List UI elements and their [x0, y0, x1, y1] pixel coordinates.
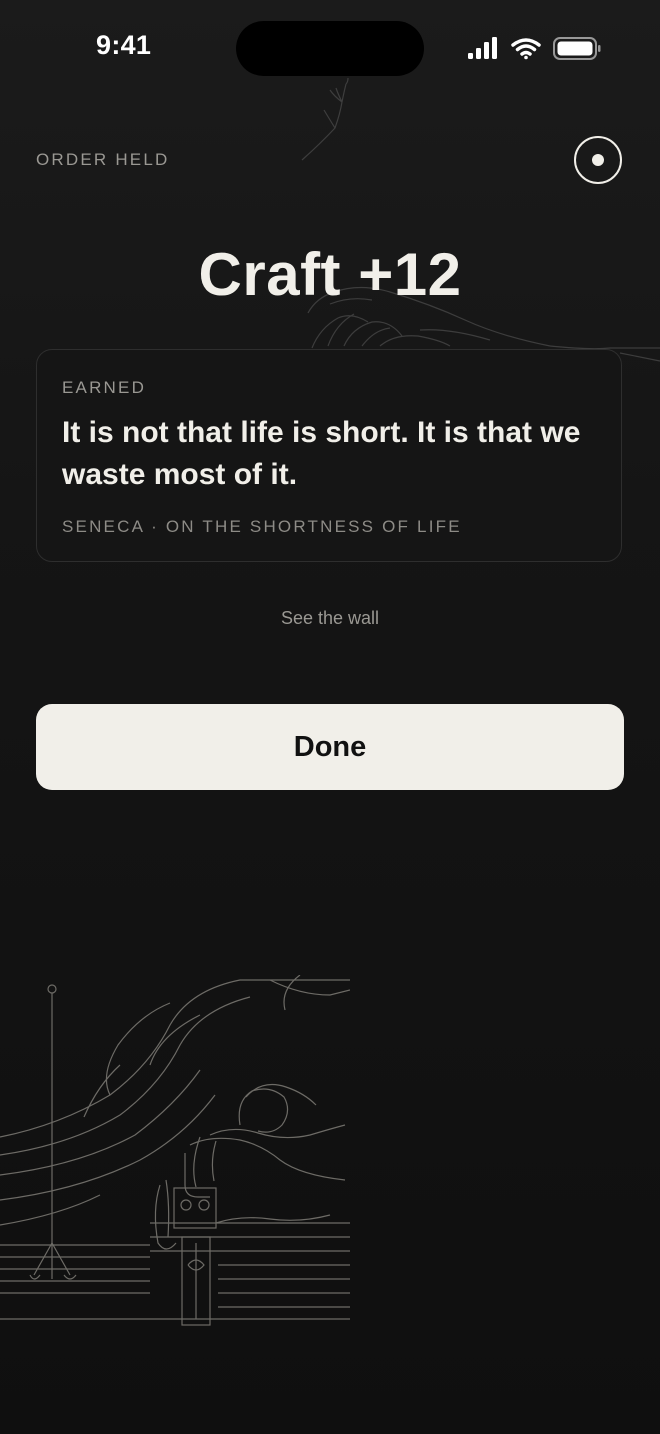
wifi-icon: [511, 38, 541, 60]
done-button[interactable]: Done: [36, 704, 624, 790]
order-status-label: ORDER HELD: [36, 150, 170, 169]
quote-card: EARNED It is not that life is short. It …: [36, 349, 622, 562]
page-title: Craft +12: [198, 241, 462, 308]
cellular-signal-icon: [468, 37, 497, 59]
status-bar: 9:41: [0, 0, 660, 96]
status-icons: [468, 37, 601, 60]
engraving-illustration-bottom: [0, 975, 350, 1326]
status-time: 9:41: [96, 30, 152, 60]
record-button[interactable]: [574, 136, 622, 184]
engraving-illustration-top: [301, 78, 660, 362]
record-icon: [592, 154, 604, 166]
battery-icon: [553, 37, 601, 60]
card-label: EARNED: [62, 378, 147, 397]
quote-text: It is not that life is short. It is that…: [62, 416, 581, 491]
quote-source: SENECA · ON THE SHORTNESS OF LIFE: [62, 517, 462, 536]
see-wall-link[interactable]: See the wall: [0, 608, 660, 629]
dynamic-island: [236, 21, 424, 76]
